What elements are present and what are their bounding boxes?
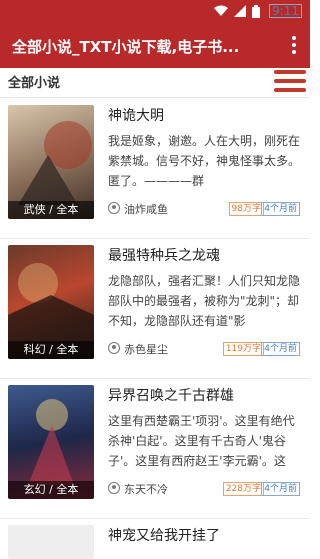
update-time-badge: 4个月前	[261, 482, 300, 496]
word-count-badge: 98万字	[228, 202, 264, 216]
more-vert-icon[interactable]	[290, 36, 298, 56]
book-title[interactable]: 神宠又给我开挂了	[108, 525, 220, 545]
book-author: 油炸咸鱼	[124, 203, 168, 216]
update-time-badge: 4个月前	[261, 342, 300, 356]
book-category: 科幻 / 全本	[8, 341, 94, 359]
book-meta: 油炸咸鱼 98万字 4个月前	[108, 201, 300, 217]
author-icon	[108, 202, 120, 214]
book-meta: 东天不冷 228万字 4个月前	[108, 481, 300, 497]
word-count-badge: 119万字	[222, 342, 264, 356]
status-bar: 9:11	[0, 0, 310, 24]
book-item[interactable]: 武侠 / 全本 神诡大明 我是姬象，谢邀。人在大明，刚死在紫禁城。信号不好，神鬼…	[0, 99, 310, 239]
book-item[interactable]: 神宠又给我开挂了	[0, 519, 310, 559]
book-cover[interactable]: 武侠 / 全本	[8, 105, 94, 219]
signal-icon	[234, 5, 246, 17]
book-meta: 赤色星尘 119万字 4个月前	[108, 341, 300, 357]
book-cover[interactable]: 玄幻 / 全本	[8, 385, 94, 499]
book-title[interactable]: 异界召唤之千古群雄	[108, 385, 234, 405]
book-title[interactable]: 最强特种兵之龙魂	[108, 245, 220, 265]
status-icons	[214, 5, 260, 18]
status-time: 9:11	[269, 4, 302, 18]
book-author: 东天不冷	[124, 483, 168, 496]
book-cover[interactable]	[8, 525, 94, 559]
book-category: 玄幻 / 全本	[8, 481, 94, 499]
book-description: 龙隐部队，强者汇聚！人们只知龙隐部队中的最强者，被称为"龙刺"；却不知，龙隐部队…	[108, 274, 300, 328]
book-item[interactable]: 科幻 / 全本 最强特种兵之龙魂 龙隐部队，强者汇聚！人们只知龙隐部队中的最强者…	[0, 239, 310, 379]
section-label: 全部小说	[8, 76, 61, 91]
update-time-badge: 4个月前	[261, 202, 300, 216]
battery-icon	[252, 5, 260, 18]
book-cover[interactable]: 科幻 / 全本	[8, 245, 94, 359]
author-icon	[108, 482, 120, 494]
author-icon	[108, 342, 120, 354]
book-category: 武侠 / 全本	[8, 201, 94, 219]
app-title: 全部小说_TXT小说下载,电子书...	[12, 38, 240, 56]
app-bar: 全部小说_TXT小说下载,电子书...	[0, 24, 310, 68]
book-description: 这里有西楚霸王'项羽'。这里有绝代杀神'白起'。这里有千古奇人'鬼谷子'。这里有…	[108, 414, 295, 468]
section-header: 全部小说	[0, 68, 310, 98]
book-description: 我是姬象，谢邀。人在大明，刚死在紫禁城。信号不好，神鬼怪事太多。匿了。————群	[108, 134, 300, 188]
word-count-badge: 228万字	[222, 482, 264, 496]
wifi-icon	[214, 5, 228, 16]
hamburger-menu-icon[interactable]	[274, 70, 306, 96]
book-author: 赤色星尘	[124, 343, 168, 356]
book-title[interactable]: 神诡大明	[108, 105, 164, 125]
book-item[interactable]: 玄幻 / 全本 异界召唤之千古群雄 这里有西楚霸王'项羽'。这里有绝代杀神'白起…	[0, 379, 310, 519]
